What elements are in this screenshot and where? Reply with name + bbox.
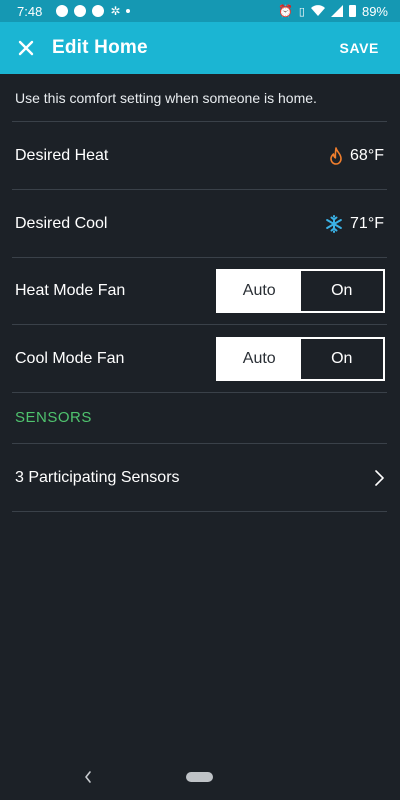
heat-fan-auto-option[interactable]: Auto [218,271,301,311]
heat-fan-on-option[interactable]: On [300,271,383,311]
vibrate-icon: ▯ [298,5,305,18]
desired-cool-temp: 71°F [350,214,384,232]
snowflake-icon [326,214,342,233]
alarm-icon: ⏰ [277,4,293,18]
desired-cool-label: Desired Cool [15,214,108,232]
status-time: 7:48 [17,3,43,19]
desired-heat-row[interactable]: Desired Heat 68°F [0,122,400,189]
participating-sensors-label: 3 Participating Sensors [15,468,180,486]
battery-percent: 89% [361,3,388,19]
desired-heat-value[interactable]: 68°F [329,147,384,165]
messenger-icon [74,5,87,17]
heat-mode-fan-row: Heat Mode Fan Auto On [0,258,400,324]
sensors-section-title: SENSORS [15,409,92,426]
battery-icon [348,5,356,17]
home-nav-pill[interactable] [186,772,213,782]
nbc-icon: ✲ [110,4,121,18]
desired-heat-label: Desired Heat [15,146,109,164]
cool-fan-on-option[interactable]: On [300,338,383,379]
cool-mode-fan-toggle: Auto On [216,336,385,381]
description-text: Use this comfort setting when someone is… [15,90,317,106]
desired-heat-temp: 68°F [350,146,384,164]
desired-cool-value[interactable]: 71°F [325,214,384,233]
wifi-icon [310,5,325,17]
page-title: Edit Home [52,37,148,58]
back-nav-icon[interactable] [82,767,94,787]
heat-mode-fan-label: Heat Mode Fan [15,282,126,299]
close-button[interactable] [15,37,37,59]
divider [12,511,387,512]
status-bar: 7:48 ✲ ⏰ ▯ 89% [0,0,400,22]
divider [12,392,387,393]
desired-cool-row[interactable]: Desired Cool 71°F [0,190,400,257]
cool-fan-auto-option[interactable]: Auto [218,338,301,379]
chevron-right-icon [375,469,384,486]
close-icon [18,40,34,56]
flame-icon [330,146,342,165]
cool-mode-fan-label: Cool Mode Fan [15,349,125,367]
pinterest-icon [92,5,105,17]
signal-icon [330,5,343,17]
cool-mode-fan-row: Cool Mode Fan Auto On [0,325,400,392]
save-button[interactable]: SAVE [340,40,380,56]
app-bar: Edit Home SAVE [0,22,400,74]
participating-sensors-row[interactable]: 3 Participating Sensors [0,444,400,511]
messenger-icon [56,5,69,17]
notification-dot-icon [126,9,131,13]
heat-mode-fan-toggle: Auto On [216,269,385,313]
